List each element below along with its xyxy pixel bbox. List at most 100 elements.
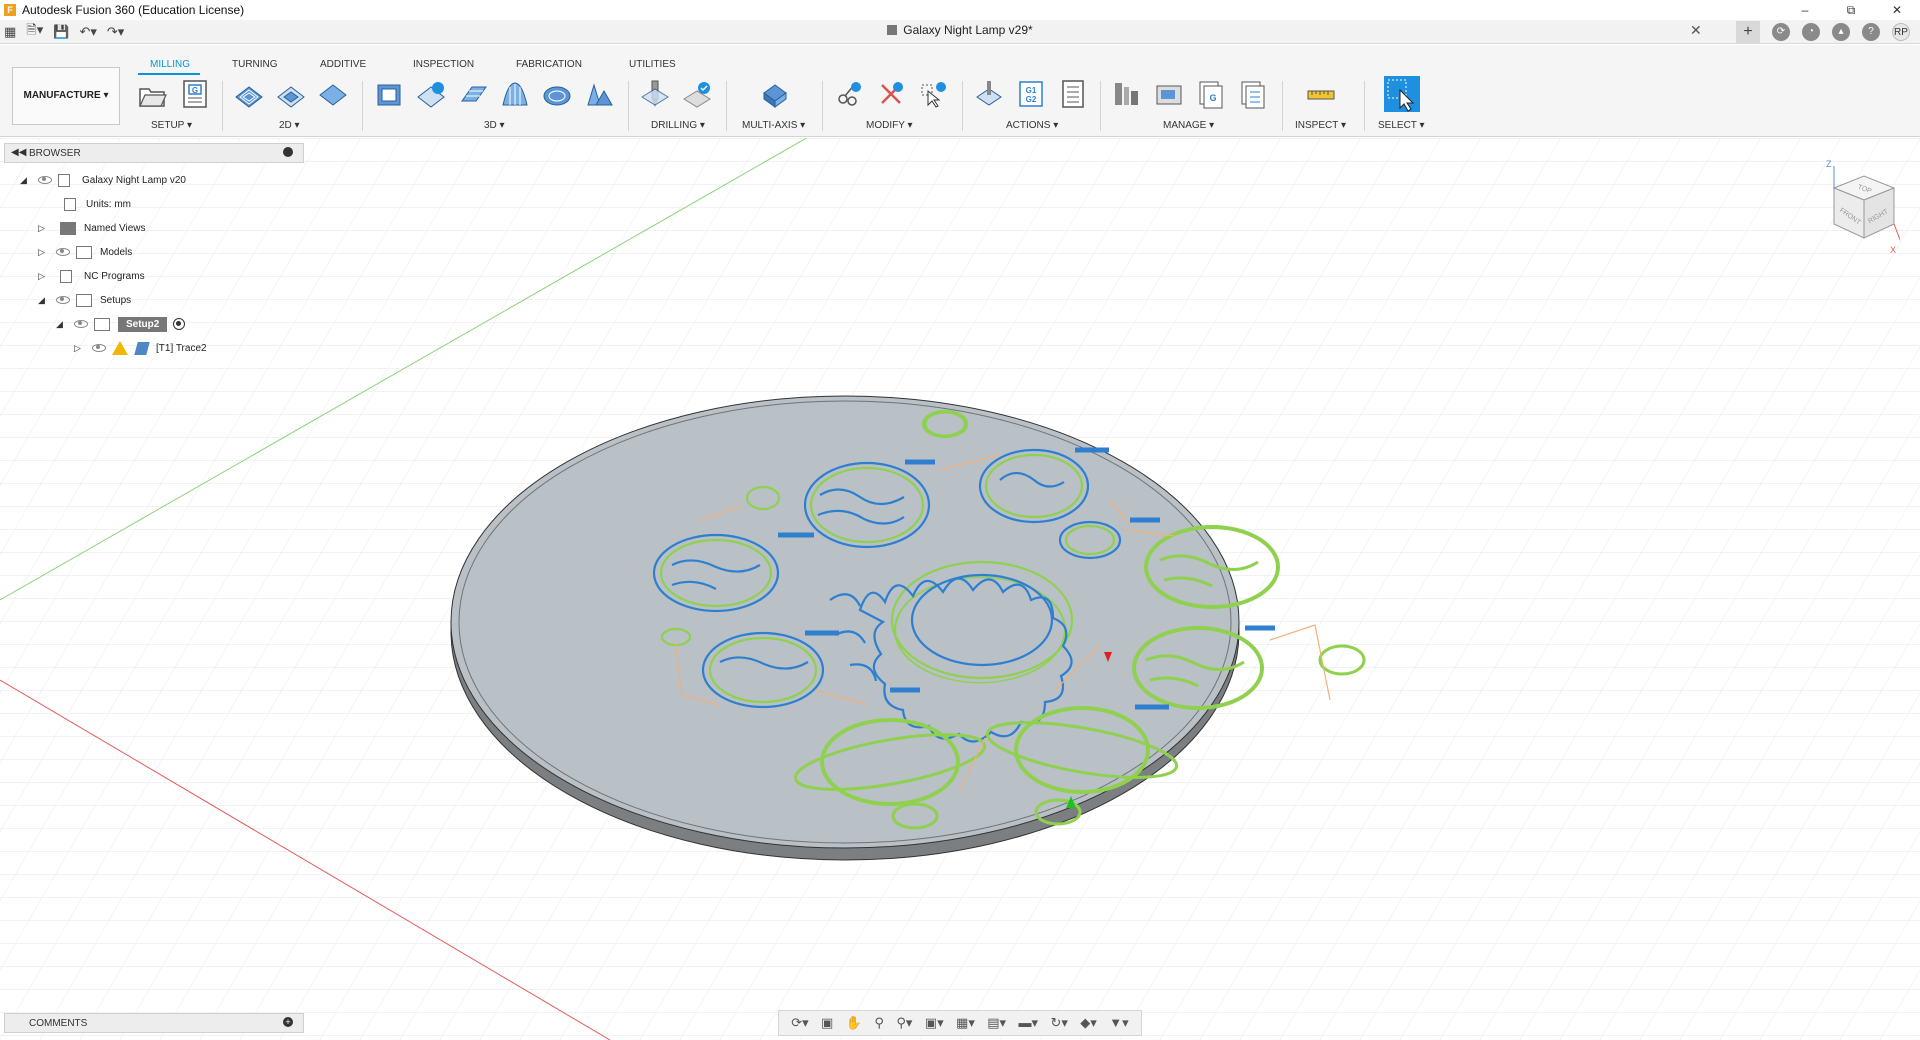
post-library-icon[interactable]: G <box>1196 79 1226 109</box>
visibility-eye-icon[interactable] <box>56 296 70 304</box>
minimize-button[interactable]: – <box>1782 0 1828 20</box>
hole-recognition-icon[interactable] <box>682 79 712 109</box>
tree-item-label: [T1] Trace2 <box>156 342 207 354</box>
tab-additive[interactable]: ADDITIVE <box>320 59 366 70</box>
browser-panel-header[interactable]: ◀◀ BROWSER <box>4 143 304 163</box>
close-window-button[interactable]: ✕ <box>1874 0 1920 20</box>
comments-panel-header[interactable]: COMMENTS + <box>4 1013 304 1033</box>
workspace-switcher-button[interactable]: MANUFACTURE ▾ <box>12 67 120 125</box>
3d-pocket-icon[interactable] <box>416 79 446 109</box>
machine-library-icon[interactable] <box>1154 79 1184 109</box>
comments-title: COMMENTS <box>29 1018 88 1029</box>
toolpath-display-icon[interactable]: ▼▾ <box>1109 1015 1128 1031</box>
visibility-eye-icon[interactable] <box>38 176 52 184</box>
tree-item-nc-programs[interactable]: ▷ NC Programs <box>38 266 145 286</box>
user-avatar[interactable]: RP <box>1892 23 1910 41</box>
select-group-label[interactable]: SELECT ▾ <box>1378 120 1425 131</box>
viewcube[interactable]: TOP FRONT RIGHT Z X <box>1812 158 1900 258</box>
tree-item-trace2-operation[interactable]: ▷ [T1] Trace2 <box>74 338 207 358</box>
help-icon[interactable]: ? <box>1862 23 1880 41</box>
look-at-icon[interactable]: ▣ <box>821 1015 833 1031</box>
setup-group-label[interactable]: SETUP ▾ <box>151 120 192 131</box>
stock-display-icon[interactable]: ▬▾ <box>1019 1015 1039 1031</box>
tab-utilities[interactable]: UTILITIES <box>629 59 676 70</box>
multi-axis-icon[interactable] <box>760 79 790 109</box>
add-comment-icon[interactable]: + <box>283 1017 293 1027</box>
new-tab-button[interactable]: + <box>1736 21 1760 43</box>
3d-group-label[interactable]: 3D ▾ <box>484 120 505 131</box>
drilling-group-label[interactable]: DRILLING ▾ <box>651 120 705 131</box>
tab-turning[interactable]: TURNING <box>232 59 278 70</box>
collapse-panel-icon[interactable]: ◀◀ <box>11 147 26 158</box>
nc-program-icon[interactable]: G <box>180 79 210 109</box>
modify-group-label[interactable]: MODIFY ▾ <box>866 120 913 131</box>
viewports-icon[interactable]: ▤▾ <box>987 1015 1006 1031</box>
scallop-icon[interactable] <box>542 79 572 109</box>
ribbon-separator <box>1100 81 1101 131</box>
visibility-eye-icon[interactable] <box>56 248 70 256</box>
job-status-icon[interactable]: ◔ <box>1802 23 1820 41</box>
3d-viewport-canvas[interactable] <box>0 138 1920 1040</box>
delete-icon[interactable] <box>876 79 906 109</box>
collapse-triangle-icon[interactable]: ◢ <box>38 295 50 306</box>
simulate-icon[interactable] <box>974 79 1004 109</box>
collapse-triangle-icon[interactable]: ◢ <box>56 319 68 330</box>
tab-fabrication[interactable]: FABRICATION <box>516 59 582 70</box>
tool-library-icon[interactable] <box>1112 79 1142 109</box>
fit-icon[interactable]: ⚲▾ <box>896 1015 912 1031</box>
2d-adaptive-icon[interactable] <box>234 79 264 109</box>
tree-item-units[interactable]: Units: mm <box>64 194 131 214</box>
display-settings-icon[interactable]: ▣▾ <box>925 1015 944 1031</box>
face-icon[interactable] <box>318 79 348 109</box>
3d-adaptive-icon[interactable] <box>374 79 404 109</box>
cut-icon[interactable] <box>834 79 864 109</box>
actions-group-label[interactable]: ACTIONS ▾ <box>1006 120 1058 131</box>
close-tab-icon[interactable]: ✕ <box>1690 22 1702 39</box>
expand-triangle-icon[interactable]: ▷ <box>38 247 50 258</box>
tree-item-setup2[interactable]: ◢ Setup2 <box>56 314 186 334</box>
zoom-icon[interactable]: ⚲ <box>874 1015 884 1031</box>
contour-icon[interactable] <box>500 79 530 109</box>
parallel-icon[interactable] <box>458 79 488 109</box>
manage-group-label[interactable]: MANAGE ▾ <box>1163 120 1214 131</box>
multi-axis-group-label[interactable]: MULTI-AXIS ▾ <box>742 120 805 131</box>
extensions-icon[interactable]: ⟳ <box>1772 23 1790 41</box>
tree-item-label: Setups <box>100 294 132 306</box>
tree-item-named-views[interactable]: ▷ Named Views <box>38 218 146 238</box>
select-tool-icon[interactable] <box>1383 75 1421 113</box>
pencil-icon[interactable] <box>584 79 614 109</box>
document-tab-bar: ▦ 🗎▾ 💾 ↶▾ ↷▾ Galaxy Night Lamp v29* ✕ + … <box>0 20 1920 44</box>
restore-button[interactable]: ⧉ <box>1828 0 1874 20</box>
expand-triangle-icon[interactable]: ▷ <box>38 271 50 282</box>
grid-settings-icon[interactable]: ▦▾ <box>956 1015 975 1031</box>
new-setup-icon[interactable] <box>137 79 167 109</box>
expand-triangle-icon[interactable]: ▷ <box>74 343 86 354</box>
2d-pocket-icon[interactable] <box>276 79 306 109</box>
measure-icon[interactable] <box>1306 79 1336 109</box>
tool-display-icon[interactable]: ◆▾ <box>1080 1015 1097 1031</box>
document-tab[interactable]: Galaxy Night Lamp v29* <box>0 23 1920 37</box>
drill-icon[interactable] <box>640 79 670 109</box>
activate-setup-icon[interactable] <box>173 318 186 330</box>
expand-triangle-icon[interactable]: ◢ <box>20 175 32 186</box>
2d-group-label[interactable]: 2D ▾ <box>279 120 300 131</box>
pan-icon[interactable]: ✋ <box>846 1015 862 1031</box>
ribbon-separator <box>726 81 727 131</box>
tree-item-setups[interactable]: ◢ Setups <box>38 290 131 310</box>
tab-milling[interactable]: MILLING <box>150 59 190 70</box>
simulation-icon[interactable]: ↻▾ <box>1050 1015 1067 1031</box>
visibility-eye-icon[interactable] <box>74 320 88 328</box>
notifications-icon[interactable]: ▴ <box>1832 23 1850 41</box>
post-process-icon[interactable]: G1G2 <box>1016 79 1046 109</box>
tree-item-models[interactable]: ▷ Models <box>38 242 132 262</box>
expand-triangle-icon[interactable]: ▷ <box>38 223 50 234</box>
setup-sheet-icon[interactable] <box>1058 79 1088 109</box>
orbit-icon[interactable]: ⟳▾ <box>791 1015 808 1031</box>
tree-item-root-document[interactable]: ◢ Galaxy Night Lamp v20 <box>20 170 186 190</box>
template-library-icon[interactable] <box>1238 79 1268 109</box>
tab-inspection[interactable]: INSPECTION <box>413 59 474 70</box>
panel-pin-icon[interactable] <box>283 147 293 157</box>
visibility-eye-icon[interactable] <box>92 344 106 352</box>
select-edit-icon[interactable] <box>918 79 948 109</box>
inspect-group-label[interactable]: INSPECT ▾ <box>1295 120 1346 131</box>
